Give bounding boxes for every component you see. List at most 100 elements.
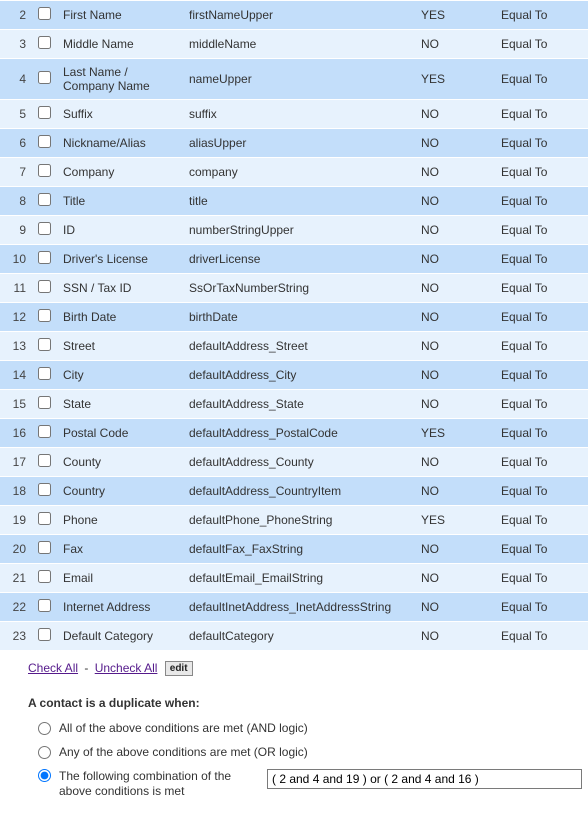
row-checkbox[interactable] [38,280,51,293]
table-row: 3Middle NamemiddleNameNOEqual To [0,30,588,59]
row-checkbox-cell [32,1,57,30]
row-checkbox[interactable] [38,106,51,119]
row-field: title [183,187,415,216]
row-field: driverLicense [183,245,415,274]
row-checkbox[interactable] [38,541,51,554]
row-number: 20 [0,535,32,564]
radio-row-or: Any of the above conditions are met (OR … [0,740,588,764]
row-field: defaultEmail_EmailString [183,564,415,593]
row-checkbox[interactable] [38,309,51,322]
row-field: defaultAddress_County [183,448,415,477]
row-yesno: NO [415,535,495,564]
row-checkbox-cell [32,419,57,448]
radio-and-label: All of the above conditions are met (AND… [59,721,308,735]
row-checkbox[interactable] [38,7,51,20]
check-all-link[interactable]: Check All [28,661,78,675]
row-checkbox-cell [32,622,57,651]
row-checkbox[interactable] [38,164,51,177]
row-operator: Equal To [495,361,588,390]
row-field: numberStringUpper [183,216,415,245]
radio-row-combo: The following combination of the above c… [0,764,588,803]
row-label: City [57,361,183,390]
row-checkbox[interactable] [38,599,51,612]
radio-or[interactable] [38,746,51,759]
row-field: defaultCategory [183,622,415,651]
row-checkbox[interactable] [38,454,51,467]
row-number: 22 [0,593,32,622]
row-operator: Equal To [495,100,588,129]
row-number: 8 [0,187,32,216]
row-checkbox-cell [32,593,57,622]
row-checkbox[interactable] [38,512,51,525]
row-label: Last Name / Company Name [57,59,183,100]
row-number: 17 [0,448,32,477]
bulk-controls: Check All - Uncheck All edit [0,651,588,680]
row-yesno: NO [415,30,495,59]
row-checkbox-cell [32,158,57,187]
row-checkbox[interactable] [38,628,51,641]
row-checkbox[interactable] [38,36,51,49]
row-checkbox[interactable] [38,396,51,409]
row-checkbox-cell [32,30,57,59]
radio-combo-label: The following combination of the above c… [59,769,259,798]
row-checkbox[interactable] [38,222,51,235]
row-operator: Equal To [495,187,588,216]
row-yesno: NO [415,332,495,361]
row-field: company [183,158,415,187]
row-label: Fax [57,535,183,564]
row-checkbox[interactable] [38,425,51,438]
row-label: Nickname/Alias [57,129,183,158]
row-operator: Equal To [495,59,588,100]
row-checkbox-cell [32,332,57,361]
row-label: Phone [57,506,183,535]
edit-button[interactable]: edit [165,661,193,676]
row-checkbox-cell [32,187,57,216]
table-row: 4Last Name / Company NamenameUpperYESEqu… [0,59,588,100]
uncheck-all-link[interactable]: Uncheck All [95,661,158,675]
row-checkbox-cell [32,448,57,477]
row-operator: Equal To [495,303,588,332]
row-label: First Name [57,1,183,30]
row-operator: Equal To [495,129,588,158]
row-checkbox[interactable] [38,338,51,351]
radio-or-label: Any of the above conditions are met (OR … [59,745,308,759]
radio-combo[interactable] [38,769,51,782]
row-label: Postal Code [57,419,183,448]
row-yesno: NO [415,187,495,216]
radio-and[interactable] [38,722,51,735]
table-row: 23Default CategorydefaultCategoryNOEqual… [0,622,588,651]
row-checkbox[interactable] [38,135,51,148]
row-field: defaultAddress_PostalCode [183,419,415,448]
row-checkbox-cell [32,216,57,245]
row-checkbox[interactable] [38,483,51,496]
fields-table: 2First NamefirstNameUpperYESEqual To3Mid… [0,0,588,651]
row-checkbox[interactable] [38,71,51,84]
combo-expression-input[interactable] [267,769,582,789]
row-yesno: NO [415,622,495,651]
row-checkbox-cell [32,59,57,100]
row-yesno: YES [415,419,495,448]
row-operator: Equal To [495,506,588,535]
row-checkbox[interactable] [38,193,51,206]
row-label: ID [57,216,183,245]
table-row: 6Nickname/AliasaliasUpperNOEqual To [0,129,588,158]
row-operator: Equal To [495,216,588,245]
row-checkbox-cell [32,100,57,129]
table-row: 8TitletitleNOEqual To [0,187,588,216]
row-checkbox-cell [32,245,57,274]
table-row: 18CountrydefaultAddress_CountryItemNOEqu… [0,477,588,506]
row-checkbox[interactable] [38,570,51,583]
row-operator: Equal To [495,419,588,448]
row-checkbox[interactable] [38,367,51,380]
table-row: 17CountydefaultAddress_CountyNOEqual To [0,448,588,477]
row-yesno: NO [415,245,495,274]
row-field: middleName [183,30,415,59]
row-number: 15 [0,390,32,419]
row-label: Internet Address [57,593,183,622]
row-number: 10 [0,245,32,274]
row-operator: Equal To [495,390,588,419]
row-checkbox-cell [32,274,57,303]
row-operator: Equal To [495,477,588,506]
row-field: defaultAddress_City [183,361,415,390]
row-checkbox[interactable] [38,251,51,264]
